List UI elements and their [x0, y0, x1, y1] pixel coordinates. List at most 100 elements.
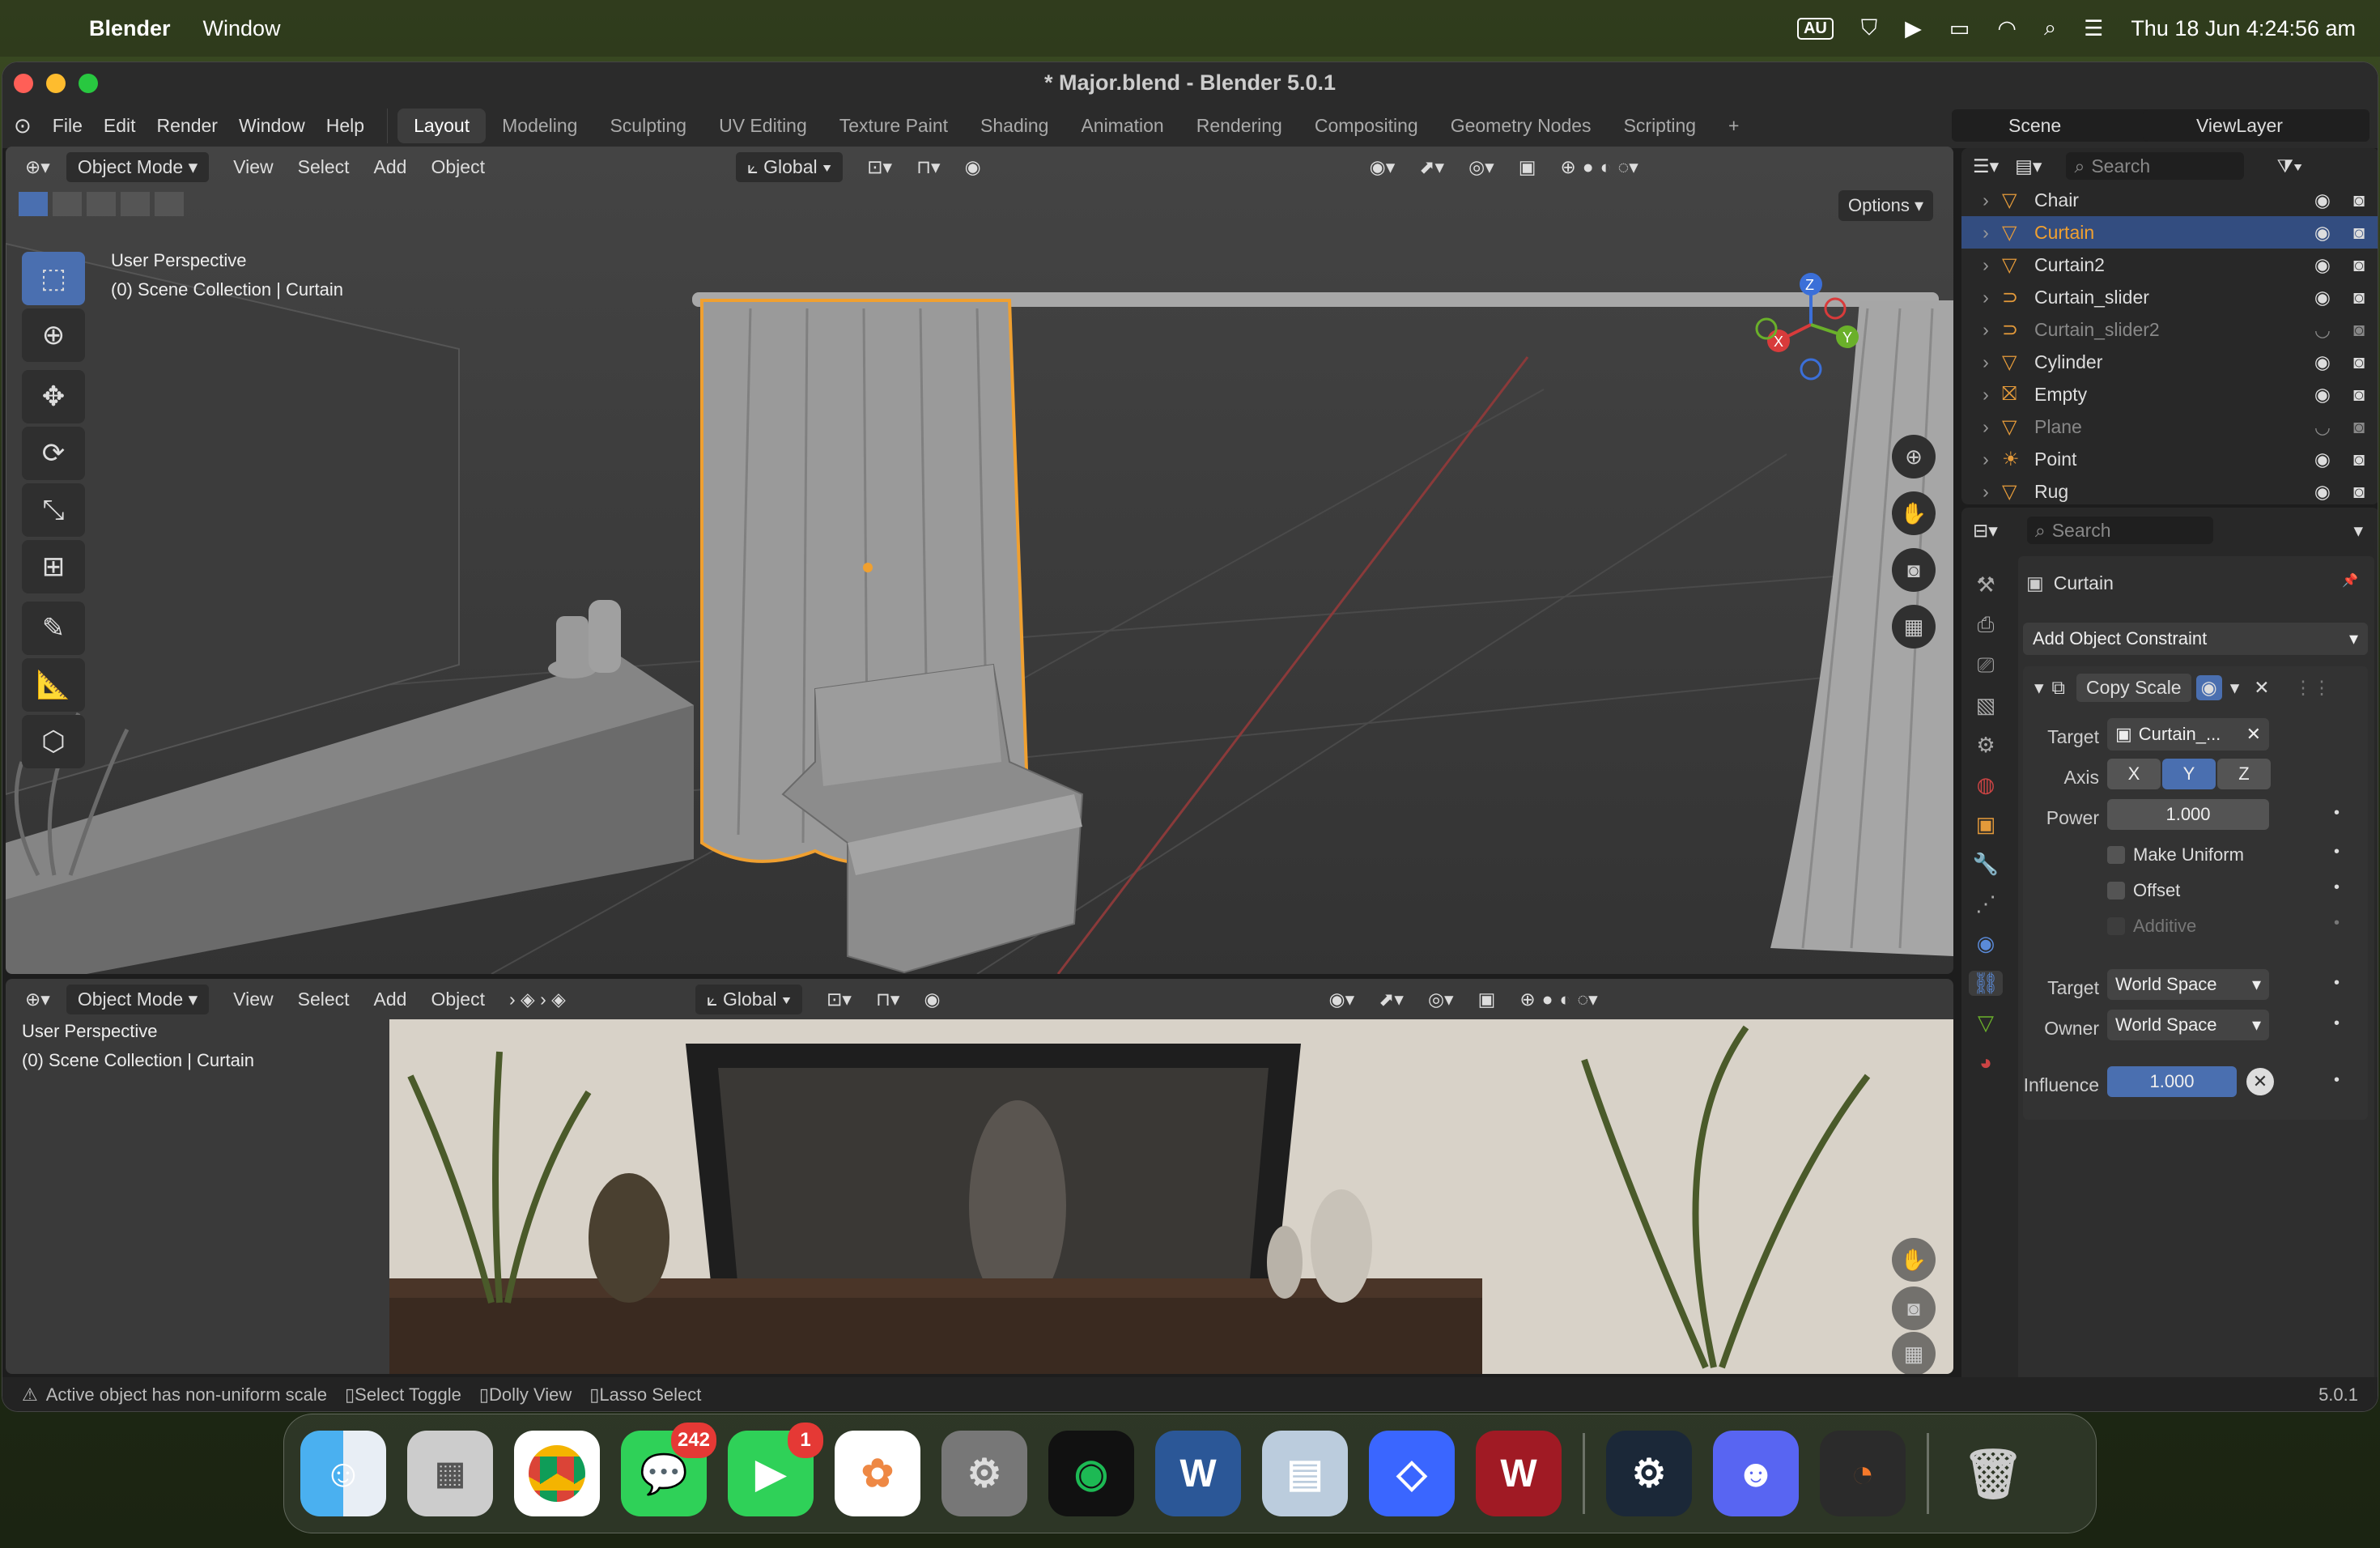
- expand-chevron-icon[interactable]: ›: [1970, 351, 2002, 373]
- chevron-down-icon[interactable]: ▾: [2353, 520, 2363, 542]
- expand-chevron-icon[interactable]: ›: [1970, 481, 2002, 503]
- steam-icon[interactable]: ⚙: [1606, 1431, 1692, 1516]
- gizmo-toggle-icon[interactable]: ⬈▾: [1419, 156, 1444, 178]
- view-layer-tab-icon[interactable]: ▧: [1976, 693, 1996, 718]
- pan-hand-icon[interactable]: ✋: [1892, 491, 1936, 535]
- select-subtract-icon[interactable]: [87, 192, 116, 216]
- expand-chevron-icon[interactable]: ›: [1970, 449, 2002, 470]
- viewport-top[interactable]: ⊕▾ Object Mode ▾ View Select Add Object …: [6, 147, 1953, 974]
- tool-tab-icon[interactable]: ⚒: [1976, 572, 1995, 598]
- transform-orientation-dropdown[interactable]: ⟀ Global ▾: [735, 151, 844, 182]
- target-space-dropdown[interactable]: World Space ▾: [2107, 969, 2269, 1000]
- visibility-eye-icon[interactable]: ◉: [2314, 351, 2331, 373]
- select-new-icon[interactable]: [19, 192, 48, 216]
- overlay-toggle-icon[interactable]: ◎▾: [1468, 156, 1494, 178]
- render-camera-icon[interactable]: ◙: [2353, 351, 2365, 373]
- object-menu[interactable]: Object: [431, 989, 484, 1010]
- tab-animation[interactable]: Animation: [1065, 108, 1179, 143]
- discord-icon[interactable]: ☻: [1713, 1431, 1799, 1516]
- move-tool[interactable]: ✥: [22, 370, 85, 423]
- blender-icon[interactable]: ◔: [1820, 1431, 1906, 1516]
- collapse-chevron-icon[interactable]: ▾: [2034, 677, 2044, 699]
- axis-y-toggle[interactable]: Y: [2162, 759, 2216, 789]
- axis-z-toggle[interactable]: Z: [2217, 759, 2271, 789]
- menu-help[interactable]: Help: [326, 115, 364, 137]
- control-center-icon[interactable]: ☰: [2084, 16, 2103, 41]
- owner-space-dropdown[interactable]: World Space ▾: [2107, 1010, 2269, 1040]
- render-camera-icon[interactable]: ◙: [2353, 254, 2365, 276]
- wifi-icon[interactable]: ◠: [1997, 16, 2017, 41]
- remove-constraint-icon[interactable]: ✕: [2254, 677, 2269, 699]
- visibility-eye-icon[interactable]: ◡: [2314, 319, 2331, 341]
- zoom-button[interactable]: [79, 74, 98, 93]
- material-shading-icon[interactable]: ◐: [1600, 156, 1612, 178]
- enable-eye-icon[interactable]: ◉: [2195, 674, 2222, 700]
- add-constraint-dropdown[interactable]: Add Object Constraint ▾: [2023, 623, 2368, 655]
- spotify-icon[interactable]: ◉: [1048, 1431, 1134, 1516]
- select-extend-icon[interactable]: [53, 192, 82, 216]
- add-menu[interactable]: Add: [374, 156, 407, 178]
- expand-chevron-icon[interactable]: ›: [1970, 287, 2002, 308]
- properties-search-input[interactable]: ⌕ Search: [2026, 517, 2213, 544]
- outliner-row[interactable]: › ⊃ Curtain_slider ◉ ◙: [1961, 281, 2378, 313]
- keyframe-dot-icon[interactable]: •: [2334, 974, 2340, 993]
- expand-chevron-icon[interactable]: ›: [1970, 222, 2002, 244]
- add-menu[interactable]: Add: [374, 989, 407, 1010]
- navigation-gizmo[interactable]: Z X Y: [1746, 260, 1876, 406]
- render-tab-icon[interactable]: ⎙: [1978, 612, 1995, 638]
- solid-shading-icon[interactable]: ●: [1583, 156, 1594, 178]
- render-camera-icon[interactable]: ◙: [2353, 416, 2365, 438]
- outliner-row[interactable]: › ▽ Rug ◉ ◙: [1961, 475, 2378, 504]
- outliner-row[interactable]: › ⛝ Empty ◉ ◙: [1961, 378, 2378, 410]
- render-camera-icon[interactable]: ◙: [2353, 319, 2365, 341]
- messages-icon[interactable]: 💬 242: [621, 1423, 716, 1516]
- visibility-icon[interactable]: ◉▾: [1370, 156, 1396, 178]
- rendered-shading-icon[interactable]: ◌▾: [1618, 156, 1638, 178]
- select-intersect-icon[interactable]: [155, 192, 184, 216]
- select-menu[interactable]: Select: [298, 989, 350, 1010]
- constraint-name-field[interactable]: Copy Scale: [2076, 673, 2191, 702]
- app-menu[interactable]: Blender: [89, 16, 171, 41]
- add-workspace-button[interactable]: +: [1712, 108, 1755, 143]
- display-mode-icon[interactable]: ▤▾: [2015, 155, 2042, 177]
- wireframe-shading-icon[interactable]: ⊕: [1519, 989, 1535, 1010]
- keyframe-dot-icon[interactable]: •: [2334, 1014, 2340, 1033]
- wesnoth-icon[interactable]: W: [1476, 1431, 1562, 1516]
- keyframe-dot-icon[interactable]: •: [2334, 878, 2340, 897]
- transform-orientation-dropdown[interactable]: ⟀ Global ▾: [695, 984, 803, 1014]
- outliner-row[interactable]: › ▽ Curtain ◉ ◙: [1961, 216, 2378, 249]
- scene-tab-icon[interactable]: ⚙: [1976, 733, 1995, 758]
- select-invert-icon[interactable]: [121, 192, 150, 216]
- outliner-row[interactable]: › ▽ Cylinder ◉ ◙: [1961, 346, 2378, 378]
- clear-target-icon[interactable]: ✕: [2246, 724, 2261, 745]
- outliner-row[interactable]: › ▽ Curtain2 ◉ ◙: [1961, 249, 2378, 281]
- measure-tool[interactable]: 📐: [22, 658, 85, 712]
- cursor-tool[interactable]: ⊕: [22, 308, 85, 362]
- expand-chevron-icon[interactable]: ›: [1970, 319, 2002, 341]
- drag-handle-icon[interactable]: ⋮⋮: [2294, 677, 2331, 699]
- minimize-button[interactable]: [46, 74, 66, 93]
- keyframe-dot-icon[interactable]: •: [2334, 843, 2340, 861]
- photos-icon[interactable]: ✿: [835, 1431, 920, 1516]
- pivot-point-icon[interactable]: ⊡▾: [867, 156, 892, 178]
- visibility-eye-icon[interactable]: ◉: [2314, 384, 2331, 406]
- pan-hand-icon[interactable]: ✋: [1892, 1238, 1936, 1282]
- camera-view-icon[interactable]: ◙: [1892, 1286, 1936, 1330]
- pin-icon[interactable]: 📌: [2342, 572, 2358, 589]
- snap-icon[interactable]: ⊓▾: [916, 156, 941, 178]
- transform-tool[interactable]: ⊞: [22, 540, 85, 593]
- render-camera-icon[interactable]: ◙: [2353, 384, 2365, 406]
- material-tab-icon[interactable]: ◕: [1979, 1050, 1992, 1075]
- menu-file[interactable]: File: [53, 115, 83, 137]
- blender-logo-icon[interactable]: ⊙: [14, 113, 32, 138]
- scale-tool[interactable]: ⤡: [22, 483, 85, 537]
- tab-compositing[interactable]: Compositing: [1298, 108, 1434, 143]
- material-shading-icon[interactable]: ◐: [1560, 989, 1571, 1010]
- expand-chevron-icon[interactable]: ›: [1970, 189, 2002, 211]
- rendered-shading-icon[interactable]: ◌▾: [1577, 989, 1597, 1010]
- play-icon[interactable]: ▶: [1905, 16, 1922, 41]
- disable-keep-transform-icon[interactable]: ✕: [2246, 1068, 2274, 1095]
- render-camera-icon[interactable]: ◙: [2353, 189, 2365, 211]
- xray-toggle-icon[interactable]: ▣: [1519, 156, 1536, 178]
- proportional-edit-icon[interactable]: ◉: [965, 156, 981, 178]
